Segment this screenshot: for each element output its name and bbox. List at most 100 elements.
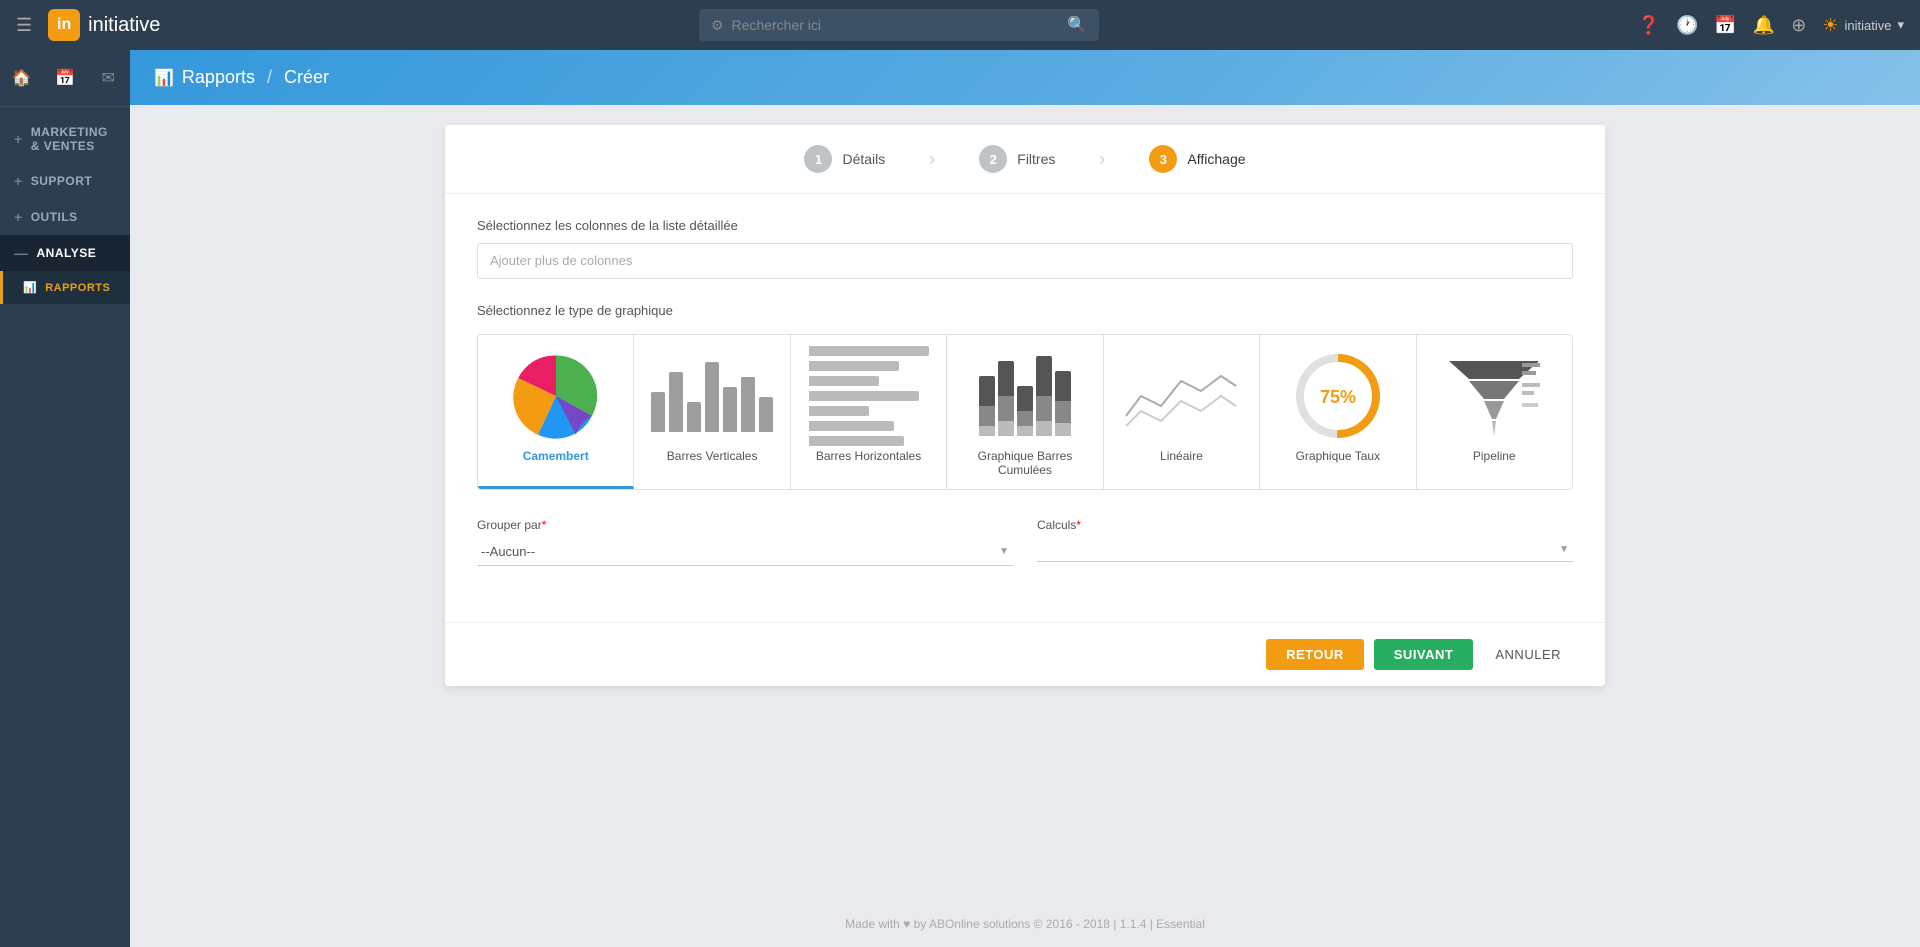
plus-icon: + [14, 173, 23, 189]
chart-label-barres-cumulees: Graphique Barres Cumulées [955, 449, 1094, 477]
sidebar-item-marketing[interactable]: + MARKETING & VENTES [0, 115, 130, 163]
sidebar-item-outils[interactable]: + OUTILS [0, 199, 130, 235]
sidebar-label-analyse: ANALYSE [37, 246, 97, 260]
chart-option-pipeline[interactable]: Pipeline [1417, 335, 1572, 489]
line-chart-svg [1121, 356, 1241, 436]
search-icon[interactable]: 🔍 [1067, 15, 1087, 35]
sidebar-calendar-icon[interactable]: 📅 [43, 60, 86, 96]
gauge-chart: 75% [1293, 351, 1383, 441]
svg-text:75%: 75% [1320, 387, 1356, 407]
step-label-filtres: Filtres [1017, 151, 1055, 167]
cancel-button[interactable]: ANNULER [1483, 639, 1573, 670]
chart-label-camembert: Camembert [523, 449, 589, 463]
reports-header-icon: 📊 [154, 68, 174, 88]
logo-icon: in [48, 9, 80, 41]
columns-input-area[interactable]: Ajouter plus de colonnes [477, 243, 1573, 279]
page-footer: Made with ♥ by ABOnline solutions © 2016… [130, 901, 1920, 947]
content-area: 📊 Rapports / Créer 1 Détails › [130, 50, 1920, 947]
groupby-label: Grouper par* [477, 518, 1013, 532]
groupby-field: Grouper par* --Aucun-- ▼ [477, 518, 1013, 566]
gauge-svg: 75% [1293, 351, 1383, 441]
step-circle-filtres: 2 [979, 145, 1007, 173]
step-number-filtres: 2 [990, 152, 997, 167]
user-menu[interactable]: ☀ initiative ▾ [1822, 15, 1904, 36]
reports-icon: 📊 [23, 281, 37, 294]
step-label-affichage: Affichage [1187, 151, 1245, 167]
pipeline-svg [1444, 351, 1544, 441]
columns-section-label: Sélectionnez les colonnes de la liste dé… [477, 218, 1573, 233]
wizard-card: 1 Détails › 2 Filtres › 3 [445, 125, 1605, 686]
chart-option-graphique-barres-cumulees[interactable]: Graphique Barres Cumulées [947, 335, 1103, 489]
history-icon[interactable]: 🕐 [1676, 15, 1698, 36]
sidebar-item-rapports[interactable]: 📊 Rapports [0, 271, 130, 304]
sidebar-quick-icons: 🏠 📅 ✉ [0, 50, 130, 107]
next-button[interactable]: SUIVANT [1374, 639, 1474, 670]
top-nav-left: ☰ in initiative [16, 9, 160, 41]
chart-label-lineaire: Linéaire [1160, 449, 1203, 463]
user-avatar-icon: ☀ [1822, 15, 1838, 36]
sidebar-label-outils: OUTILS [31, 210, 78, 224]
chart-label-graphique-taux: Graphique Taux [1296, 449, 1381, 463]
notifications-icon[interactable]: 🔔 [1753, 15, 1775, 36]
pie-chart-svg [511, 351, 601, 441]
back-button[interactable]: RETOUR [1266, 639, 1364, 670]
sidebar-label-support: SUPPORT [31, 174, 93, 188]
groupby-row: Grouper par* --Aucun-- ▼ Calculs* [477, 518, 1573, 566]
plus-icon: + [14, 131, 23, 147]
calculs-required: * [1076, 518, 1081, 532]
wizard-content: Sélectionnez les colonnes de la liste dé… [445, 194, 1605, 622]
groupby-arrow-icon: ▼ [999, 546, 1009, 557]
sidebar-item-analyse[interactable]: — ANALYSE [0, 235, 130, 271]
chevron-down-icon: ▾ [1897, 17, 1904, 33]
breadcrumb-current: Créer [284, 67, 329, 88]
wizard-step-filtres: 2 Filtres [979, 145, 1055, 173]
lineaire-image [1121, 351, 1241, 441]
chart-option-graphique-taux[interactable]: 75% Graphique Taux [1260, 335, 1416, 489]
sidebar-label-rapports: Rapports [45, 282, 110, 294]
calculs-select[interactable]: ▼ [1037, 538, 1573, 562]
search-input[interactable] [732, 17, 1060, 33]
sidebar-item-support[interactable]: + SUPPORT [0, 163, 130, 199]
step-separator-1: › [929, 149, 935, 170]
chart-option-lineaire[interactable]: Linéaire [1104, 335, 1260, 489]
step-circle-details: 1 [804, 145, 832, 173]
sidebar-label-marketing: MARKETING & VENTES [31, 125, 116, 153]
graphique-taux-image: 75% [1293, 351, 1383, 441]
minus-icon: — [14, 245, 29, 261]
help-icon[interactable]: ❓ [1638, 15, 1660, 36]
stacked-chart [979, 356, 1071, 436]
barres-verticales-image [647, 351, 777, 441]
filter-icon: ⚙ [711, 17, 724, 34]
page-header: 📊 Rapports / Créer [130, 50, 1920, 105]
sidebar-menu: + MARKETING & VENTES + SUPPORT + OUTILS … [0, 107, 130, 947]
calendar-icon[interactable]: 📅 [1714, 15, 1736, 36]
user-name: initiative [1844, 18, 1891, 33]
brand-name: initiative [88, 14, 160, 37]
groupby-select[interactable]: --Aucun-- ▼ [477, 538, 1013, 566]
hamburger-menu[interactable]: ☰ [16, 15, 32, 36]
sidebar-email-icon[interactable]: ✉ [87, 60, 130, 96]
breadcrumb-section: Rapports [182, 67, 255, 88]
breadcrumb-separator: / [267, 67, 272, 88]
chart-option-barres-horizontales[interactable]: Barres Horizontales [791, 335, 947, 489]
step-number-details: 1 [815, 152, 822, 167]
chart-label-barres-horizontales: Barres Horizontales [816, 449, 921, 463]
sidebar-home-icon[interactable]: 🏠 [0, 60, 43, 96]
step-number-affichage: 3 [1160, 152, 1167, 167]
footer-text: Made with ♥ by ABOnline solutions © 2016… [845, 917, 1205, 931]
chart-type-label: Sélectionnez le type de graphique [477, 303, 1573, 318]
top-nav-right: ❓ 🕐 📅 🔔 ⊕ ☀ initiative ▾ [1638, 15, 1904, 36]
chart-label-barres-verticales: Barres Verticales [667, 449, 758, 463]
chart-option-camembert[interactable]: Camembert [478, 335, 634, 489]
step-label-details: Détails [842, 151, 885, 167]
top-navigation: ☰ in initiative ⚙ 🔍 ❓ 🕐 📅 🔔 ⊕ ☀ initiati… [0, 0, 1920, 50]
calculs-field: Calculs* ▼ [1037, 518, 1573, 566]
add-icon[interactable]: ⊕ [1791, 15, 1806, 36]
main-layout: 🏠 📅 ✉ + MARKETING & VENTES + SUPPORT + O… [0, 50, 1920, 947]
sidebar: 🏠 📅 ✉ + MARKETING & VENTES + SUPPORT + O… [0, 50, 130, 947]
logo-area: in initiative [48, 9, 160, 41]
chart-label-pipeline: Pipeline [1473, 449, 1516, 463]
search-bar[interactable]: ⚙ 🔍 [699, 9, 1099, 41]
wizard-step-affichage: 3 Affichage [1149, 145, 1245, 173]
chart-option-barres-verticales[interactable]: Barres Verticales [634, 335, 790, 489]
